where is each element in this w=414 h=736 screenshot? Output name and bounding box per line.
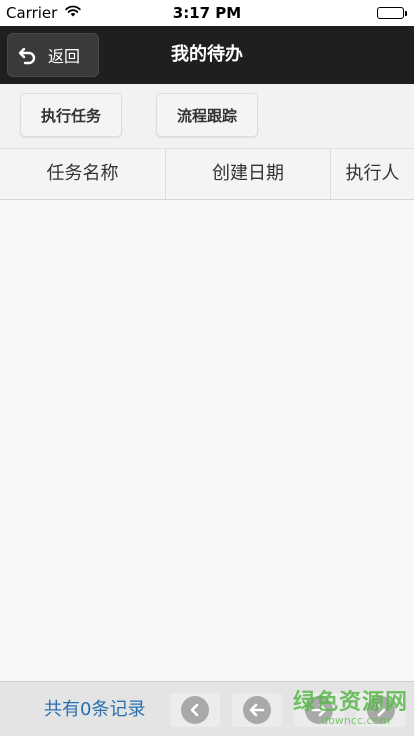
screen: Carrier 3:17 PM 返回 我的待办 执行任务 流程跟踪 任务名称 创…: [0, 0, 414, 736]
clock: 3:17 PM: [172, 4, 242, 22]
arrow-left-icon: [243, 696, 271, 724]
table-header: 任务名称 创建日期 执行人: [0, 148, 414, 200]
back-button-label: 返回: [48, 47, 81, 66]
column-header-executor[interactable]: 执行人: [330, 149, 414, 199]
back-button[interactable]: 返回: [7, 33, 99, 77]
execute-task-button[interactable]: 执行任务: [20, 93, 122, 137]
process-tracking-button[interactable]: 流程跟踪: [156, 93, 258, 137]
action-toolbar: 执行任务 流程跟踪: [0, 84, 414, 148]
battery-icon: [377, 7, 407, 19]
next-page-button[interactable]: [294, 693, 344, 727]
last-page-button[interactable]: [356, 693, 406, 727]
pagination-footer: 共有0条记录: [0, 681, 414, 736]
nav-bar: 返回 我的待办: [0, 26, 414, 84]
column-header-task-name[interactable]: 任务名称: [0, 149, 165, 199]
column-header-created-date[interactable]: 创建日期: [165, 149, 330, 199]
arrow-right-icon: [305, 696, 333, 724]
chevron-left-icon: [181, 696, 209, 724]
record-count: 共有0条记录: [44, 699, 146, 720]
previous-page-button[interactable]: [232, 693, 282, 727]
task-list[interactable]: [0, 200, 414, 681]
chevron-right-icon: [367, 696, 395, 724]
first-page-button[interactable]: [170, 693, 220, 727]
status-bar: Carrier 3:17 PM: [0, 0, 414, 26]
undo-arrow-icon: [18, 45, 38, 65]
